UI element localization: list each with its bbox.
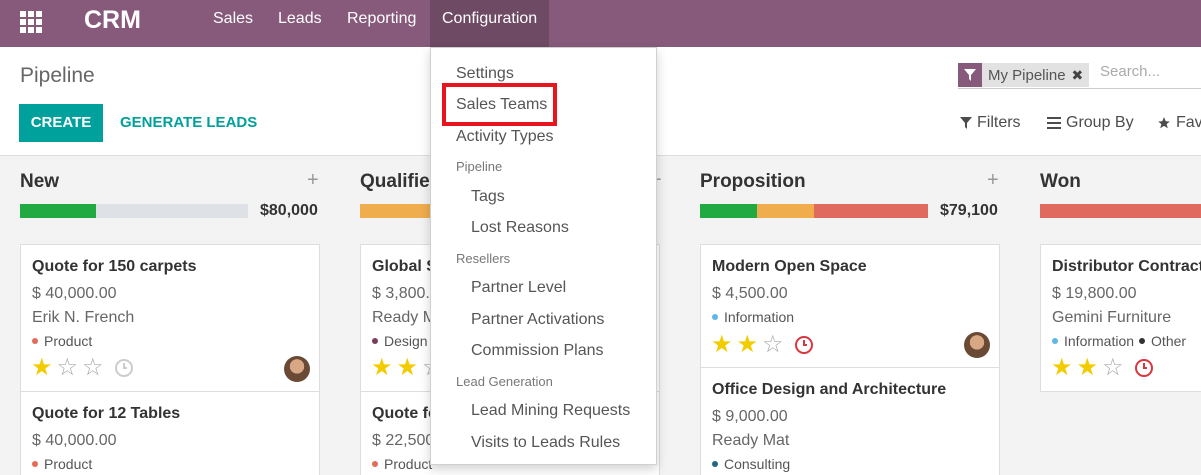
group-by-button[interactable]: Group By xyxy=(1047,114,1134,132)
facet-label: My Pipeline xyxy=(988,66,1066,84)
avatar[interactable] xyxy=(964,332,990,358)
column-progress-proposition[interactable] xyxy=(700,204,928,218)
card-customer: Ready Mat xyxy=(712,432,790,449)
menu-item-commission-plans[interactable]: Commission Plans xyxy=(471,342,603,360)
menu-item-lost-reasons[interactable]: Lost Reasons xyxy=(471,219,569,237)
lead-card[interactable]: Modern Open Space $ 4,500.00 Information… xyxy=(700,244,1000,368)
priority-stars[interactable]: ★ ★ ☆ xyxy=(711,333,814,357)
star-icon[interactable]: ★ xyxy=(31,356,53,380)
priority-stars[interactable]: ★ ★ ☆ xyxy=(1051,356,1154,380)
close-icon[interactable]: ✖ xyxy=(1072,67,1090,84)
column-progress-new[interactable] xyxy=(20,204,248,218)
favorites-label: Fav xyxy=(1176,114,1201,131)
clock-icon[interactable] xyxy=(1134,358,1154,378)
card-amount: $ 4,500.00 xyxy=(712,285,788,302)
column-title-proposition[interactable]: Proposition xyxy=(700,171,806,193)
menu-section-lead-generation: Lead Generation xyxy=(456,374,553,389)
star-icon xyxy=(1158,117,1170,129)
card-amount: $ 40,000.00 xyxy=(32,432,117,449)
apps-menu-icon[interactable] xyxy=(20,11,42,33)
priority-stars[interactable]: ★ ☆ ☆ xyxy=(31,356,134,380)
search-input[interactable]: Search... xyxy=(1100,63,1160,80)
column-total-proposition: $79,100 xyxy=(940,202,998,219)
menu-item-visits-to-leads-rules[interactable]: Visits to Leads Rules xyxy=(471,434,620,452)
star-icon[interactable]: ★ xyxy=(1051,356,1073,380)
menu-section-pipeline: Pipeline xyxy=(456,159,503,174)
search-bar[interactable]: My Pipeline ✖ Search... xyxy=(958,61,1201,89)
card-tag: Information xyxy=(712,309,794,325)
card-tag: Product xyxy=(32,456,92,472)
add-card-icon[interactable]: + xyxy=(307,169,319,192)
filter-icon xyxy=(960,117,972,129)
card-title: Modern Open Space xyxy=(712,258,867,275)
card-tag: Design xyxy=(372,333,428,349)
column-total-new: $80,000 xyxy=(260,202,318,219)
card-tag: Consulting xyxy=(712,456,790,472)
menu-configuration[interactable]: Configuration xyxy=(430,0,550,47)
card-amount: $ 40,000.00 xyxy=(32,285,117,302)
menu-item-tags[interactable]: Tags xyxy=(471,188,505,206)
menu-item-partner-level[interactable]: Partner Level xyxy=(471,279,566,297)
menu-sales[interactable]: Sales xyxy=(213,0,253,47)
filters-label: Filters xyxy=(977,114,1021,131)
card-tag: Product xyxy=(372,456,432,472)
highlight-box xyxy=(442,83,557,126)
card-customer: Erik N. French xyxy=(32,309,135,326)
star-icon[interactable]: ★ xyxy=(737,333,759,357)
card-tag: Product xyxy=(32,333,92,349)
card-title: Quote for 12 Tables xyxy=(32,405,181,422)
lead-card[interactable]: Distributor Contract $ 19,800.00 Gemini … xyxy=(1040,244,1201,392)
star-icon[interactable]: ☆ xyxy=(762,333,784,357)
menu-item-lead-mining-requests[interactable]: Lead Mining Requests xyxy=(471,402,630,420)
star-icon[interactable]: ☆ xyxy=(82,356,104,380)
star-icon[interactable]: ★ xyxy=(371,356,393,380)
filters-button[interactable]: Filters xyxy=(960,114,1021,132)
menu-item-settings[interactable]: Settings xyxy=(456,65,514,83)
bars-icon xyxy=(1047,117,1061,129)
column-progress-qualified[interactable] xyxy=(360,204,430,218)
create-button[interactable]: CREATE xyxy=(19,104,103,142)
group-by-label: Group By xyxy=(1066,114,1134,131)
card-amount: $ 9,000.00 xyxy=(712,408,788,425)
card-customer: Gemini Furniture xyxy=(1052,309,1172,326)
menu-item-activity-types[interactable]: Activity Types xyxy=(456,128,554,146)
filter-icon xyxy=(958,63,982,87)
add-card-icon[interactable]: + xyxy=(987,169,999,192)
menu-leads[interactable]: Leads xyxy=(278,0,322,47)
star-icon[interactable]: ☆ xyxy=(1102,356,1124,380)
card-title: Quote for 150 carpets xyxy=(32,258,197,275)
menu-section-resellers: Resellers xyxy=(456,251,511,266)
star-icon[interactable]: ★ xyxy=(397,356,419,380)
menu-reporting[interactable]: Reporting xyxy=(347,0,416,47)
top-navbar: CRM Sales Leads Reporting Configuration xyxy=(0,0,1201,47)
favorites-button[interactable]: Fav xyxy=(1157,114,1201,132)
avatar[interactable] xyxy=(284,356,310,382)
column-title-new[interactable]: New xyxy=(20,171,59,193)
card-title: Distributor Contract xyxy=(1052,258,1201,275)
clock-icon[interactable] xyxy=(114,358,134,378)
generate-leads-button[interactable]: GENERATE LEADS xyxy=(120,104,257,142)
card-tag: Information Other xyxy=(1052,333,1186,349)
lead-card[interactable]: Office Design and Architecture $ 9,000.0… xyxy=(700,367,1000,475)
clock-icon[interactable] xyxy=(794,335,814,355)
app-brand[interactable]: CRM xyxy=(84,6,141,35)
search-facet: My Pipeline ✖ xyxy=(958,63,1090,87)
lead-card[interactable]: Quote for 12 Tables $ 40,000.00 Product xyxy=(20,391,320,475)
star-icon[interactable]: ★ xyxy=(711,333,733,357)
menu-item-partner-activations[interactable]: Partner Activations xyxy=(471,311,604,329)
column-title-won[interactable]: Won xyxy=(1040,171,1081,193)
star-icon[interactable]: ★ xyxy=(1077,356,1099,380)
star-icon[interactable]: ☆ xyxy=(57,356,79,380)
column-progress-won[interactable] xyxy=(1040,204,1201,218)
card-title: Office Design and Architecture xyxy=(712,381,947,398)
lead-card[interactable]: Quote for 150 carpets $ 40,000.00 Erik N… xyxy=(20,244,320,392)
breadcrumb: Pipeline xyxy=(20,64,95,87)
card-amount: $ 19,800.00 xyxy=(1052,285,1137,302)
